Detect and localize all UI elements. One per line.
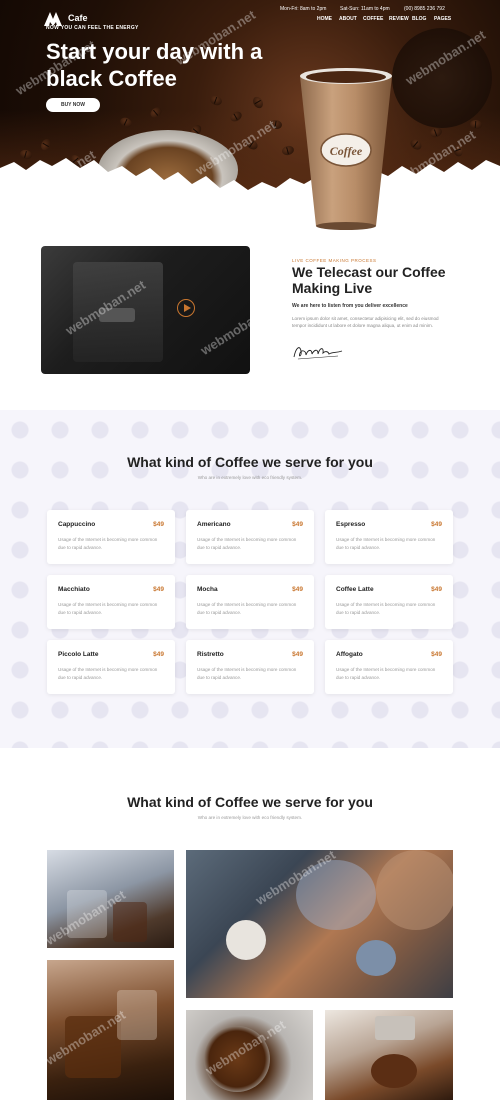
signature-image <box>293 347 343 360</box>
hours-weekend: Sat-Sun: 11am to 4pm <box>340 6 390 12</box>
play-icon <box>184 304 191 312</box>
menu-item-name: Mocha <box>197 586 218 593</box>
live-section-lead: We are here to listen from you deliver e… <box>292 303 408 309</box>
menu-card[interactable]: Mocha $49 Usage of the Internet is becom… <box>186 575 314 629</box>
live-section-subtitle: LIVE COFFEE MAKING PROCESS <box>292 258 377 263</box>
menu-card[interactable]: Cappuccino $49 Usage of the Internet is … <box>47 510 175 564</box>
menu-item-description: Usage of the Internet is becoming more c… <box>197 602 297 615</box>
torn-paper-edge <box>0 158 500 232</box>
nav-item-home[interactable]: HOME <box>317 16 332 22</box>
nav-item-about[interactable]: ABOUT <box>339 16 357 22</box>
menu-item-price: $49 <box>431 586 442 593</box>
menu-item-description: Usage of the Internet is becoming more c… <box>58 667 158 680</box>
hero-section: Cafe NOW YOU CAN FEEL THE ENERGY Mon-Fri… <box>0 0 500 232</box>
menu-card[interactable]: Ristretto $49 Usage of the Internet is b… <box>186 640 314 694</box>
coffee-cup-image: Coffee <box>300 68 392 230</box>
menu-card[interactable]: Macchiato $49 Usage of the Internet is b… <box>47 575 175 629</box>
gallery-section-title: What kind of Coffee we serve for you <box>127 794 373 810</box>
menu-item-name: Americano <box>197 521 231 528</box>
menu-item-name: Coffee Latte <box>336 586 374 593</box>
menu-item-name: Affogato <box>336 651 363 658</box>
menu-item-price: $49 <box>292 586 303 593</box>
menu-item-price: $49 <box>153 586 164 593</box>
brand-name[interactable]: Cafe <box>68 13 88 23</box>
menu-item-description: Usage of the Internet is becoming more c… <box>336 537 436 550</box>
menu-item-description: Usage of the Internet is becoming more c… <box>58 537 158 550</box>
menu-item-description: Usage of the Internet is becoming more c… <box>197 667 297 680</box>
menu-card[interactable]: Coffee Latte $49 Usage of the Internet i… <box>325 575 453 629</box>
live-section-body: Lorem ipsum dolor sit amet, consectetur … <box>292 316 439 329</box>
phone-number[interactable]: (00) 8985 236 792 <box>404 6 445 12</box>
gallery-photo-espresso-machine[interactable] <box>325 1010 453 1100</box>
menu-item-name: Piccolo Latte <box>58 651 99 658</box>
menu-item-description: Usage of the Internet is becoming more c… <box>336 667 436 680</box>
menu-item-name: Ristretto <box>197 651 224 658</box>
menu-item-description: Usage of the Internet is becoming more c… <box>58 602 158 615</box>
buy-now-button[interactable]: BUY NOW <box>46 98 100 112</box>
menu-card[interactable]: Americano $49 Usage of the Internet is b… <box>186 510 314 564</box>
live-video-player[interactable] <box>41 246 250 374</box>
menu-section-title: What kind of Coffee we serve for you <box>127 454 373 470</box>
menu-item-price: $49 <box>153 651 164 658</box>
hours-weekday: Mon-Fri: 8am to 2pm <box>280 6 327 12</box>
nav-item-blog[interactable]: BLOG <box>412 16 426 22</box>
nav-item-coffee[interactable]: COFFEE <box>363 16 383 22</box>
play-button[interactable] <box>177 299 195 317</box>
menu-section-subtitle: Who are in extremely love with eco frien… <box>197 475 303 480</box>
menu-item-price: $49 <box>153 521 164 528</box>
gallery-photo-couple-with-mugs[interactable] <box>186 850 453 998</box>
nav-item-pages[interactable]: PAGES <box>434 16 451 22</box>
menu-item-name: Macchiato <box>58 586 90 593</box>
gallery-section-subtitle: Who are in extremely love with eco frien… <box>197 815 303 820</box>
menu-item-price: $49 <box>431 651 442 658</box>
menu-item-name: Cappuccino <box>58 521 96 528</box>
cup-label: Coffee <box>330 144 363 158</box>
brand-logo-icon[interactable] <box>44 12 62 26</box>
menu-card[interactable]: Piccolo Latte $49 Usage of the Internet … <box>47 640 175 694</box>
menu-card[interactable]: Espresso $49 Usage of the Internet is be… <box>325 510 453 564</box>
menu-item-description: Usage of the Internet is becoming more c… <box>336 602 436 615</box>
menu-item-description: Usage of the Internet is becoming more c… <box>197 537 297 550</box>
menu-item-price: $49 <box>292 651 303 658</box>
menu-card[interactable]: Affogato $49 Usage of the Internet is be… <box>325 640 453 694</box>
menu-item-price: $49 <box>292 521 303 528</box>
live-section-title: We Telecast our Coffee Making Live <box>292 264 446 296</box>
menu-item-name: Espresso <box>336 521 366 528</box>
menu-item-price: $49 <box>431 521 442 528</box>
nav-item-review[interactable]: REVIEW <box>389 16 409 22</box>
brand-tagline: NOW YOU CAN FEEL THE ENERGY <box>46 25 139 31</box>
gallery-photo-ground-coffee[interactable] <box>186 1010 313 1100</box>
